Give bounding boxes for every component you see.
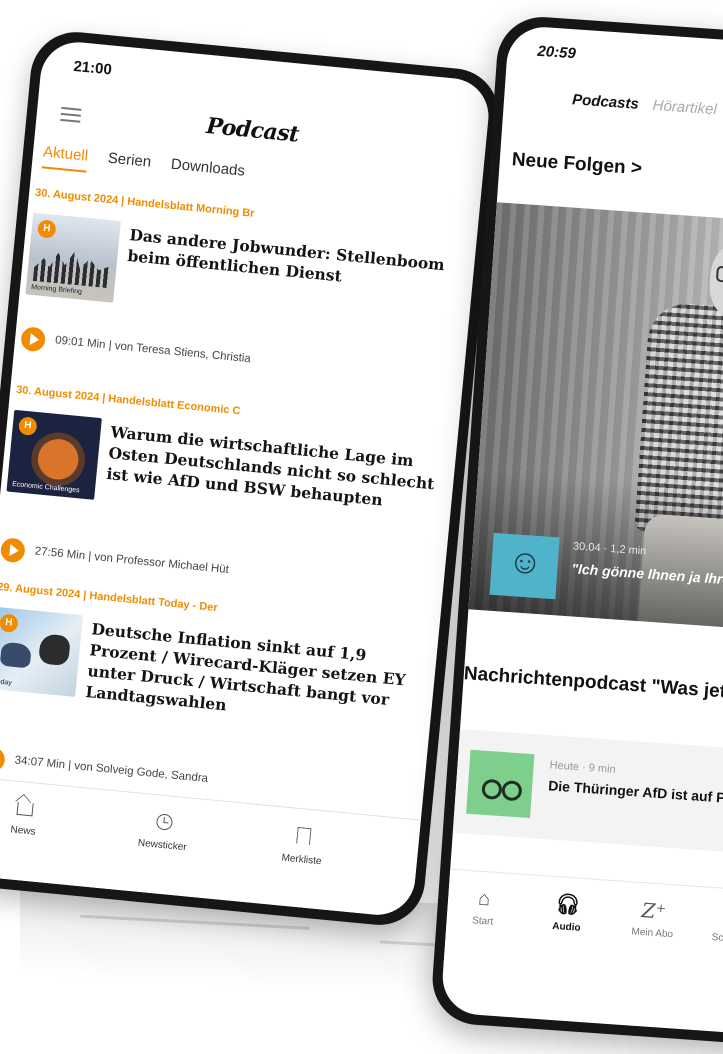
phone-handelsblatt: 21:00 Podcast Aktuell Serien Downloads 3… bbox=[0, 28, 503, 930]
thumbnail-caption: Economic Challenges bbox=[11, 480, 80, 495]
clock-icon: ◷ bbox=[699, 901, 723, 933]
section-heading-news-podcast[interactable]: Nachrichtenpodcast "Was jetzt?" bbox=[463, 663, 723, 706]
episode-title[interactable]: Das andere Jobwunder: Stellenboom beim ö… bbox=[127, 224, 460, 297]
play-icon[interactable] bbox=[0, 537, 26, 564]
bookmark-icon bbox=[296, 827, 312, 845]
episode-title: Die Thüringer AfD ist auf Partnersuche bbox=[547, 777, 723, 812]
nav-newsticker[interactable]: Newsticker bbox=[117, 808, 210, 855]
reflection-line bbox=[80, 914, 310, 930]
tab-bar: Podcasts Hörartikel bbox=[572, 91, 718, 118]
nav-audio[interactable]: 🎧︎ Audio bbox=[524, 889, 611, 936]
nav-schlagzeilen[interactable]: ◷ Schlagzeilen bbox=[698, 901, 723, 948]
nav-news[interactable]: News bbox=[0, 794, 71, 840]
tab-podcasts[interactable]: Podcasts bbox=[572, 91, 640, 113]
tab-hoerartikel[interactable]: Hörartikel bbox=[652, 97, 717, 118]
episode-card[interactable]: Heute · 9 min Die Thüringer AfD ist auf … bbox=[452, 728, 723, 865]
hamburger-menu-icon[interactable] bbox=[60, 106, 82, 127]
handelsblatt-logo-icon: H bbox=[17, 416, 38, 436]
episode-thumbnail[interactable]: H Morning Briefing bbox=[25, 212, 121, 303]
tab-downloads[interactable]: Downloads bbox=[169, 156, 246, 188]
nav-label: Merkliste bbox=[281, 852, 322, 868]
thumbnail-caption: Morning Briefing bbox=[30, 283, 83, 296]
z-plus-icon: Z⁺ bbox=[640, 898, 667, 924]
episode-list: 30. August 2024 | Handelsblatt Morning B… bbox=[0, 187, 474, 820]
nav-label: News bbox=[9, 824, 36, 838]
nav-mein-abo[interactable]: Z⁺ Mein Abo bbox=[610, 895, 697, 942]
phone-screen: 21:00 Podcast Aktuell Serien Downloads 3… bbox=[0, 38, 492, 919]
nav-label: Mein Abo bbox=[631, 926, 674, 941]
clock-icon bbox=[155, 813, 174, 831]
bottom-nav: ⌂ Start 🎧︎ Audio Z⁺ Mein Abo ◷ Schlagzei… bbox=[440, 868, 723, 1001]
nav-merkliste[interactable]: Merkliste bbox=[256, 821, 349, 869]
podcast-artwork-icon bbox=[489, 532, 560, 600]
featured-episode[interactable]: 30.04 · 1,2 min "Ich gönne Ihnen ja Ihre… bbox=[468, 202, 723, 642]
section-heading-new-episodes[interactable]: Neue Folgen > bbox=[511, 149, 643, 180]
episode-thumbnail[interactable]: H Today bbox=[0, 606, 83, 697]
handelsblatt-logo-icon: H bbox=[36, 219, 57, 239]
bear-illustration bbox=[38, 633, 71, 667]
status-time: 21:00 bbox=[72, 57, 113, 79]
episode-info: 34:07 Min | von Solveig Gode, Sandra bbox=[14, 754, 209, 786]
podcast-artwork-icon bbox=[466, 749, 535, 819]
status-time: 20:59 bbox=[536, 42, 577, 63]
episode-meta: Heute · 9 min bbox=[549, 759, 617, 776]
tab-serien[interactable]: Serien bbox=[106, 150, 152, 179]
play-icon[interactable] bbox=[0, 746, 6, 773]
nav-label: Schlagzeilen bbox=[711, 932, 723, 947]
nav-label: Start bbox=[471, 915, 494, 928]
episode-title[interactable]: Deutsche Inflation sinkt auf 1,9 Prozent… bbox=[85, 618, 422, 733]
home-icon bbox=[16, 801, 34, 817]
skyline-image bbox=[33, 247, 112, 288]
episode-item[interactable]: 29. August 2024 | Handelsblatt Today - D… bbox=[0, 581, 436, 820]
episode-info: 09:01 Min | von Teresa Stiens, Christia bbox=[54, 334, 252, 366]
episode-thumbnail[interactable]: H Economic Challenges bbox=[6, 409, 102, 500]
bull-illustration bbox=[0, 641, 32, 669]
tab-aktuell[interactable]: Aktuell bbox=[41, 143, 89, 173]
play-icon[interactable] bbox=[20, 326, 47, 353]
home-icon: ⌂ bbox=[477, 887, 492, 911]
nav-label: Audio bbox=[551, 920, 581, 934]
headphones-icon: 🎧︎ bbox=[554, 893, 582, 917]
episode-title[interactable]: Warum die wirtschaftliche Lage im Osten … bbox=[106, 421, 441, 515]
nav-label: Newsticker bbox=[137, 837, 188, 854]
episode-info: 27:56 Min | von Professor Michael Hüt bbox=[34, 545, 230, 577]
handelsblatt-logo-icon: H bbox=[0, 613, 19, 634]
nav-start[interactable]: ⌂ Start bbox=[440, 883, 527, 930]
thumbnail-caption: Today bbox=[0, 678, 13, 687]
page-title: Podcast bbox=[205, 112, 300, 148]
tab-bar: Aktuell Serien Downloads bbox=[41, 143, 246, 188]
